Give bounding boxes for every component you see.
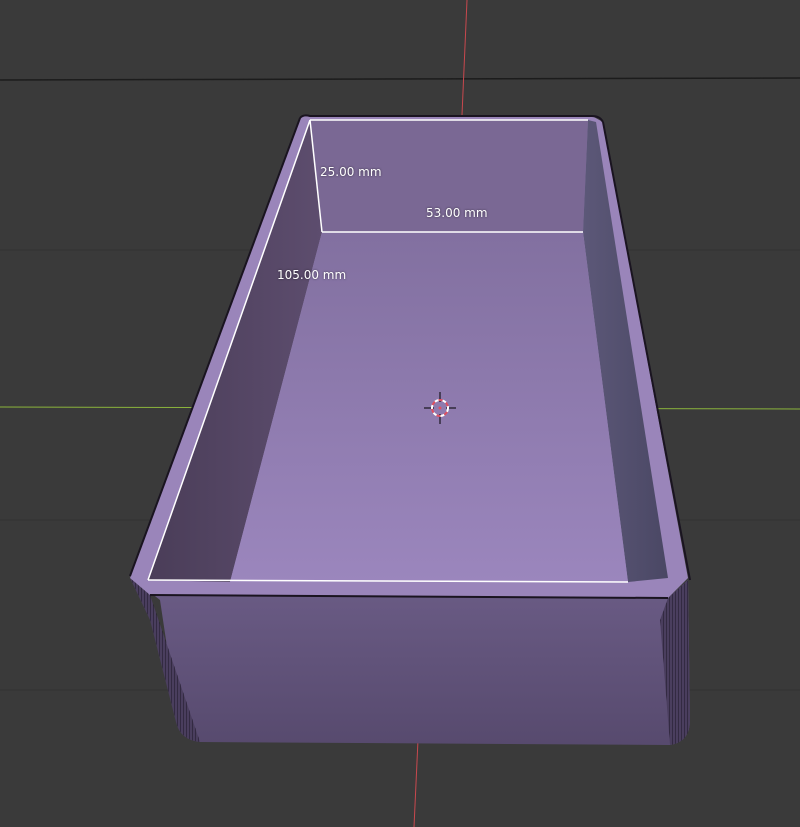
box-front-face[interactable]	[132, 578, 690, 745]
y-axis-line-bottom	[413, 739, 419, 827]
box-inner-back-wall[interactable]	[310, 120, 588, 232]
box-mesh[interactable]	[129, 114, 691, 745]
horizon-line	[0, 77, 800, 81]
y-axis-line-top	[461, 0, 468, 116]
3d-viewport[interactable]: 25.00 mm 53.00 mm 105.00 mm	[0, 0, 800, 827]
viewport-canvas[interactable]	[0, 0, 800, 827]
